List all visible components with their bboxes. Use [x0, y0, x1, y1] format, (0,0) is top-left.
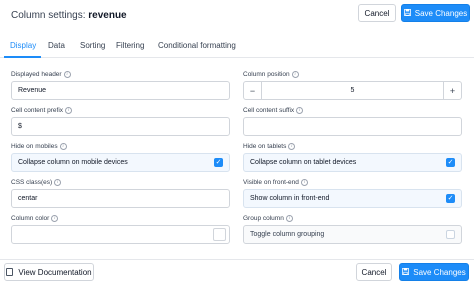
column-position-label-text: Column position: [243, 71, 290, 78]
cell-prefix-input[interactable]: $: [11, 117, 230, 136]
footer-cancel-button[interactable]: Cancel: [356, 263, 392, 281]
cell-prefix-label: Cell content prefix i: [11, 107, 73, 114]
tab-data[interactable]: Data: [48, 41, 65, 50]
visible-frontend-label-text: Visible on front-end: [243, 179, 299, 186]
cell-prefix-label-text: Cell content prefix: [11, 107, 64, 114]
info-icon[interactable]: i: [59, 143, 67, 150]
tab-sorting[interactable]: Sorting: [80, 41, 105, 50]
checkmark-icon[interactable]: ✓: [446, 158, 455, 167]
tab-bar: Display Data Sorting Filtering Condition…: [0, 36, 474, 58]
column-position-value[interactable]: 5: [262, 82, 443, 99]
hide-mobiles-text: Collapse column on mobile devices: [18, 159, 128, 166]
displayed-header-label: Displayed header i: [11, 71, 71, 78]
info-icon[interactable]: i: [285, 215, 293, 222]
tab-display[interactable]: Display: [10, 41, 36, 50]
hide-tablets-checkbox-row[interactable]: Collapse column on tablet devices ✓: [243, 153, 462, 172]
footer-save-label: Save Changes: [413, 267, 466, 277]
displayed-header-input[interactable]: Revenue: [11, 81, 230, 100]
hide-tablets-label: Hide on tablets i: [243, 143, 296, 150]
info-icon[interactable]: i: [54, 179, 62, 186]
css-class-label-text: CSS class(es): [11, 179, 53, 186]
info-icon[interactable]: i: [63, 71, 71, 78]
cell-prefix-value: $: [18, 123, 22, 130]
title-column-name: revenue: [88, 10, 127, 21]
view-documentation-label: View Documentation: [18, 267, 92, 277]
cell-suffix-input[interactable]: [243, 117, 462, 136]
title-prefix: Column settings:: [11, 10, 86, 21]
save-icon: [402, 267, 410, 277]
info-icon[interactable]: i: [300, 179, 308, 186]
column-position-stepper: − 5 +: [243, 81, 462, 100]
info-icon[interactable]: i: [51, 215, 59, 222]
hide-mobiles-checkbox-row[interactable]: Collapse column on mobile devices ✓: [11, 153, 230, 172]
cancel-button-label: Cancel: [364, 8, 390, 18]
save-icon: [403, 8, 411, 18]
cancel-button[interactable]: Cancel: [358, 4, 396, 22]
css-class-input[interactable]: centar: [11, 189, 230, 208]
group-column-checkbox-row[interactable]: Toggle column grouping: [243, 225, 462, 244]
visible-frontend-label: Visible on front-end i: [243, 179, 308, 186]
group-column-label-text: Group column: [243, 215, 284, 222]
css-class-label: CSS class(es) i: [11, 179, 62, 186]
info-icon[interactable]: i: [296, 107, 304, 114]
cell-suffix-label: Cell content suffix i: [243, 107, 304, 114]
active-tab-indicator: [4, 56, 41, 58]
footer-cancel-label: Cancel: [361, 267, 387, 277]
modal-header: Column settings: revenue Cancel Save Cha…: [0, 0, 474, 30]
visible-frontend-checkbox-row[interactable]: Show column in front-end ✓: [243, 189, 462, 208]
displayed-header-value: Revenue: [18, 87, 47, 94]
footer-save-changes-button[interactable]: Save Changes: [399, 263, 469, 281]
info-icon[interactable]: i: [288, 143, 296, 150]
hide-mobiles-label-text: Hide on mobiles: [11, 143, 58, 150]
tab-conditional-formatting[interactable]: Conditional formatting: [158, 41, 236, 50]
footer-divider: [0, 259, 474, 260]
save-button-label: Save Changes: [414, 8, 468, 18]
hide-mobiles-label: Hide on mobiles i: [11, 143, 67, 150]
hide-tablets-text: Collapse column on tablet devices: [250, 159, 357, 166]
group-column-label: Group column i: [243, 215, 293, 222]
column-color-picker[interactable]: [11, 225, 230, 244]
column-position-label: Column position i: [243, 71, 299, 78]
column-color-label-text: Column color: [11, 215, 50, 222]
view-documentation-button[interactable]: View Documentation: [4, 263, 94, 281]
color-swatch[interactable]: [213, 228, 226, 241]
increment-button[interactable]: +: [443, 82, 461, 99]
info-icon[interactable]: i: [291, 71, 299, 78]
cell-suffix-label-text: Cell content suffix: [243, 107, 295, 114]
tab-filtering[interactable]: Filtering: [116, 41, 144, 50]
document-icon: [6, 268, 14, 276]
checkmark-icon[interactable]: ✓: [446, 194, 455, 203]
css-class-value: centar: [18, 195, 38, 202]
group-column-text: Toggle column grouping: [250, 231, 325, 238]
info-icon[interactable]: i: [65, 107, 73, 114]
modal-title: Column settings: revenue: [11, 10, 127, 21]
checkmark-icon[interactable]: ✓: [214, 158, 223, 167]
column-color-label: Column color i: [11, 215, 59, 222]
decrement-button[interactable]: −: [244, 82, 262, 99]
displayed-header-label-text: Displayed header: [11, 71, 62, 78]
hide-tablets-label-text: Hide on tablets: [243, 143, 287, 150]
unchecked-checkbox-icon[interactable]: [446, 230, 455, 239]
save-changes-button[interactable]: Save Changes: [401, 4, 470, 22]
visible-frontend-text: Show column in front-end: [250, 195, 330, 202]
